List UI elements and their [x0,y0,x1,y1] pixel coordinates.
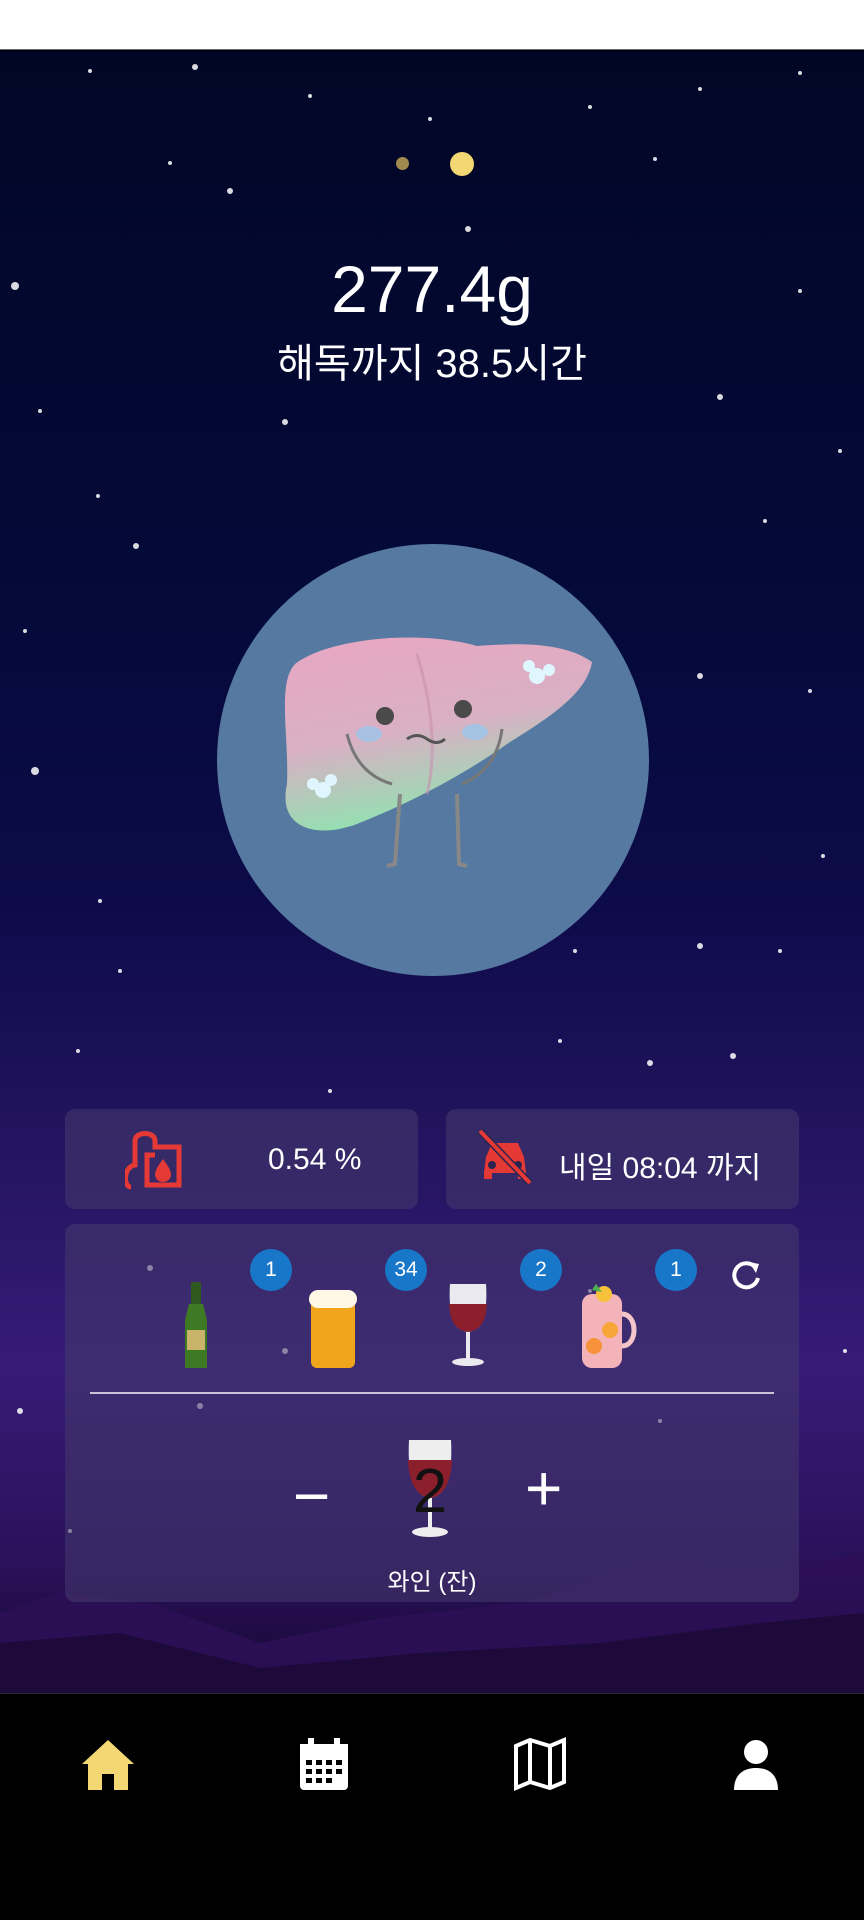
blood-alcohol-card: 0.54 % [65,1109,418,1209]
beer-bottle-icon [185,1282,207,1368]
no-driving-icon [477,1128,533,1186]
status-bar [0,0,864,50]
increase-button[interactable]: + [525,1456,562,1520]
blood-alcohol-icon [125,1131,182,1190]
driving-restriction-card: 내일 08:04 까지 [446,1109,799,1209]
selected-drink-label: 와인 (잔) [387,1569,477,1596]
blood-alcohol-value: 0.54 % [268,1143,362,1176]
cocktail-icon [582,1284,637,1368]
liver-status-display [217,544,649,976]
drink-count-badge: 1 [250,1249,292,1291]
home-icon[interactable] [78,1734,138,1794]
page-indicator-2-active[interactable] [450,152,474,176]
decrease-button[interactable]: − [293,1464,330,1528]
reset-icon[interactable] [725,1254,767,1296]
drink-count-badge: 2 [520,1249,562,1291]
driving-restriction-value: 내일 08:04 까지 [559,1152,762,1185]
wine-glass-icon [449,1284,487,1366]
home-scene: 277.4g 해독까지 38.5시간 0.54 % 내일 08:04 까지 1 … [0,51,864,1693]
divider [90,1392,774,1394]
detox-time: 해독까지 38.5시간 [277,342,587,386]
drink-cocktail[interactable] [562,1274,642,1374]
selected-drink-count: 2 [412,1457,448,1526]
drink-selector-card: 1 34 2 1 − 2 + 와인 (잔) [65,1224,799,1602]
page-indicator-1[interactable] [396,157,409,170]
alcohol-amount: 277.4g [331,252,533,326]
calendar-icon[interactable] [294,1734,354,1794]
sick-liver-icon [284,637,592,868]
beer-mug-icon [309,1290,357,1368]
drink-beer-bottle[interactable] [155,1274,235,1374]
drink-wine-glass[interactable] [428,1274,508,1374]
map-icon[interactable] [510,1734,570,1794]
drink-count-badge: 34 [385,1249,427,1291]
drink-count-badge: 1 [655,1249,697,1291]
drink-beer-mug[interactable] [293,1274,373,1374]
profile-icon[interactable] [726,1734,786,1794]
bottom-navigation [0,1693,864,1920]
